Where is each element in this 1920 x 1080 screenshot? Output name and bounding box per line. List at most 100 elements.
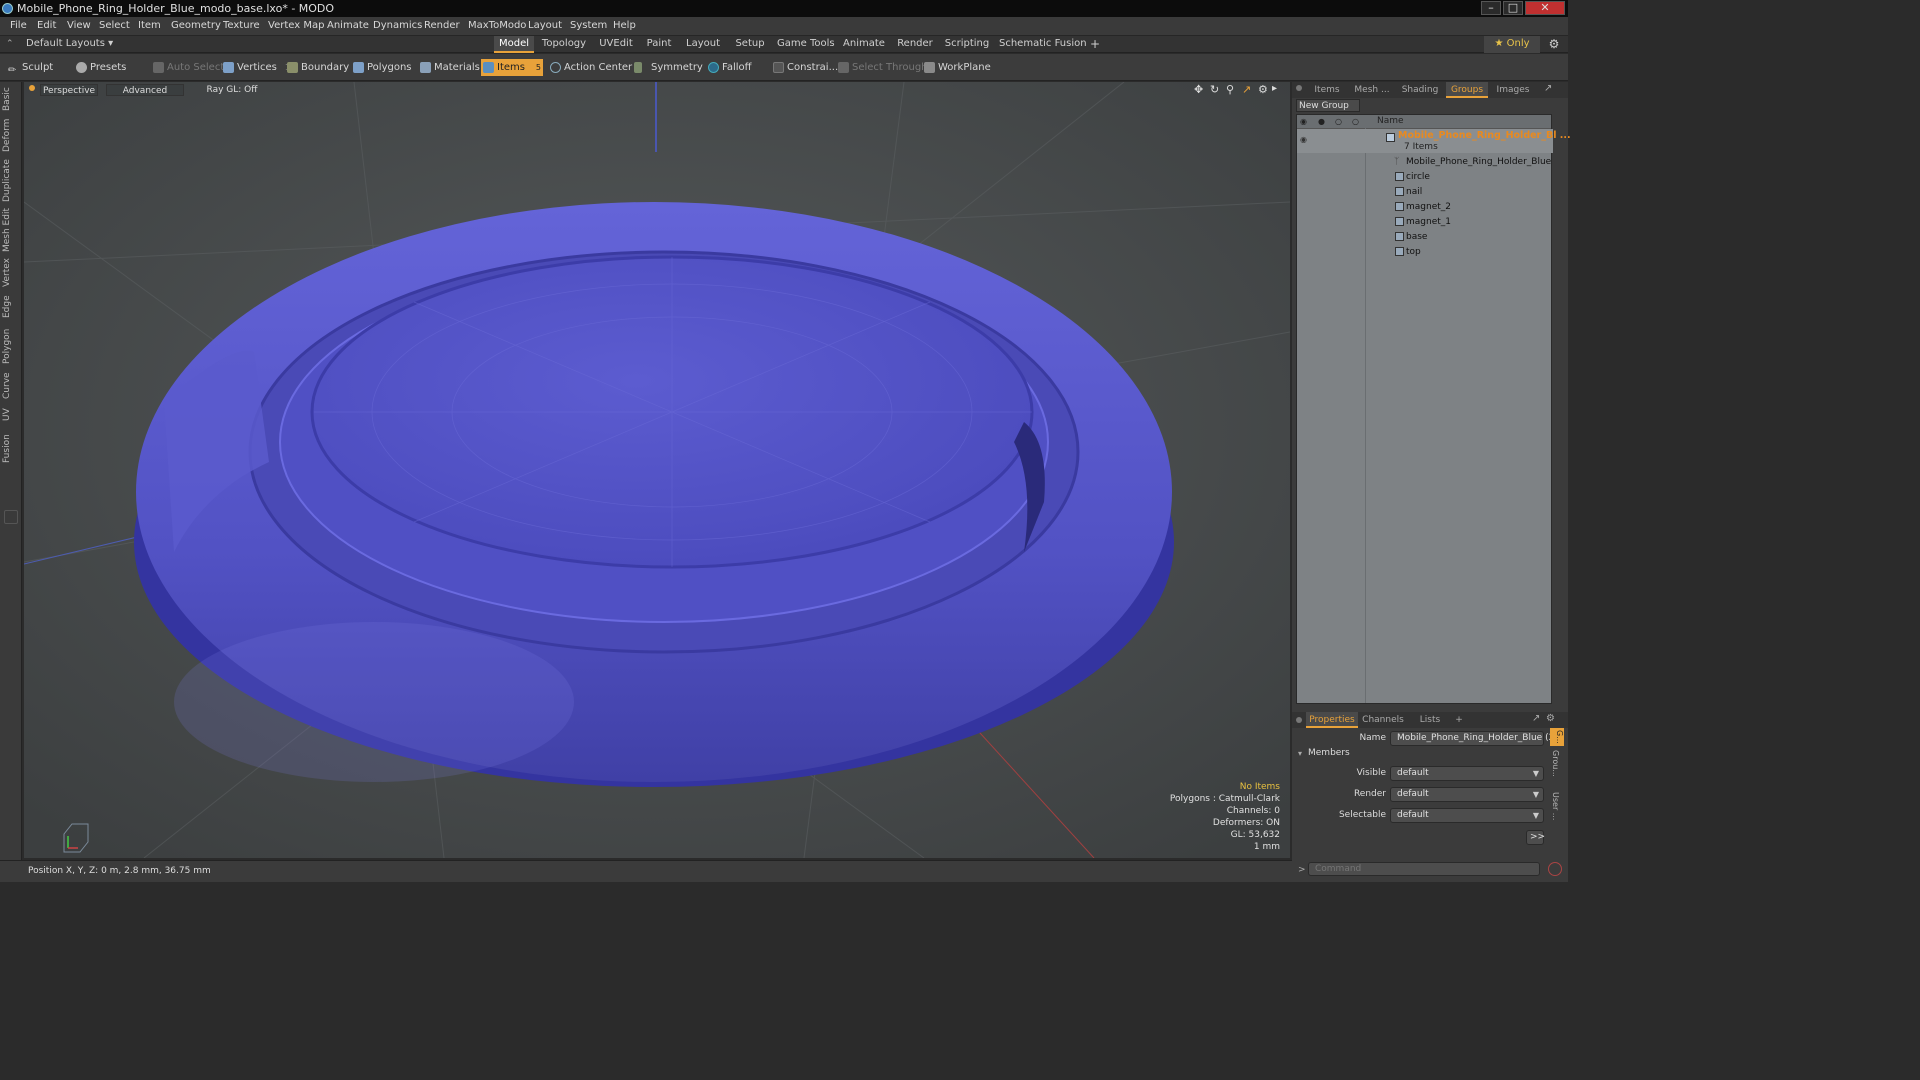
menu-item[interactable]: Item bbox=[138, 20, 161, 31]
tab-game-tools[interactable]: Game Tools bbox=[777, 36, 835, 53]
boundary-button[interactable]: Boundary bbox=[285, 59, 349, 76]
view-perspective-button[interactable]: Perspective bbox=[40, 84, 98, 96]
menu-maxtomodo[interactable]: MaxToModo bbox=[468, 20, 526, 31]
only-toggle[interactable]: ★ Only bbox=[1484, 36, 1540, 53]
gear-icon[interactable]: ⚙ bbox=[1545, 36, 1563, 53]
tab-channels[interactable]: Channels bbox=[1360, 712, 1406, 728]
item-label[interactable]: circle bbox=[1406, 170, 1430, 184]
falloff-button[interactable]: Falloff bbox=[706, 59, 752, 76]
presets-button[interactable]: Presets bbox=[74, 59, 126, 76]
props-gear-icon[interactable]: ⚙ bbox=[1546, 713, 1555, 724]
menu-render[interactable]: Render bbox=[424, 20, 460, 31]
menu-help[interactable]: Help bbox=[613, 20, 636, 31]
add-tab-button[interactable]: + bbox=[1087, 36, 1103, 53]
layout-dropdown[interactable]: Default Layouts ▾ bbox=[26, 36, 113, 53]
menu-animate[interactable]: Animate bbox=[327, 20, 369, 31]
viewport-menu-icon[interactable] bbox=[29, 85, 35, 91]
menu-dynamics[interactable]: Dynamics bbox=[373, 20, 422, 31]
tab-model[interactable]: Model bbox=[494, 36, 534, 53]
vtab-fusion[interactable]: Fusion bbox=[2, 432, 18, 466]
auto-select-button[interactable]: Auto Select bbox=[151, 59, 224, 76]
menu-select[interactable]: Select bbox=[99, 20, 130, 31]
list-item[interactable]: top bbox=[1297, 245, 1553, 259]
list-item[interactable]: base bbox=[1297, 230, 1553, 244]
shading-advanced-button[interactable]: Advanced bbox=[106, 84, 184, 96]
expand-toolbox-button[interactable] bbox=[4, 510, 18, 524]
tab-layout[interactable]: Layout bbox=[683, 36, 723, 53]
list-item[interactable]: magnet_1 bbox=[1297, 215, 1553, 229]
layout-menu-icon[interactable]: ⌃ bbox=[6, 39, 14, 49]
tab-images[interactable]: Images bbox=[1490, 82, 1536, 98]
list-item[interactable]: ᛉ Mobile_Phone_Ring_Holder_Blue bbox=[1297, 155, 1553, 169]
render-dropdown[interactable]: default ▼ bbox=[1390, 787, 1544, 802]
vtab-deform[interactable]: Deform bbox=[2, 118, 18, 152]
tab-paint[interactable]: Paint bbox=[643, 36, 675, 53]
visible-dropdown[interactable]: default ▼ bbox=[1390, 766, 1544, 781]
render-icon[interactable]: ● bbox=[1318, 117, 1325, 126]
items-button[interactable]: Items 5 bbox=[481, 59, 543, 76]
menu-file[interactable]: File bbox=[10, 20, 27, 31]
command-input[interactable] bbox=[1308, 862, 1540, 876]
menu-geometry[interactable]: Geometry bbox=[171, 20, 221, 31]
props-menu-icon[interactable] bbox=[1296, 717, 1302, 723]
add-props-tab-button[interactable]: + bbox=[1452, 712, 1466, 728]
tab-setup[interactable]: Setup bbox=[731, 36, 769, 53]
vtab-edge[interactable]: Edge bbox=[2, 294, 18, 320]
item-label[interactable]: Mobile_Phone_Ring_Holder_Blue bbox=[1406, 155, 1551, 169]
vtab-uv[interactable]: UV bbox=[2, 406, 18, 424]
menu-texture[interactable]: Texture bbox=[223, 20, 260, 31]
polygons-button[interactable]: Polygons bbox=[351, 59, 412, 76]
item-label[interactable]: top bbox=[1406, 245, 1421, 259]
3d-viewport[interactable] bbox=[24, 82, 1290, 858]
more-button[interactable]: >> bbox=[1526, 830, 1545, 845]
command-history-icon[interactable] bbox=[1548, 862, 1562, 876]
maximize-button[interactable]: □ bbox=[1503, 1, 1523, 15]
menu-layout[interactable]: Layout bbox=[528, 20, 562, 31]
selectable-dropdown[interactable]: default ▼ bbox=[1390, 808, 1544, 823]
item-label[interactable]: base bbox=[1406, 230, 1427, 244]
list-item[interactable]: nail bbox=[1297, 185, 1553, 199]
vtab-vertex[interactable]: Vertex bbox=[2, 258, 18, 288]
tab-animate[interactable]: Animate bbox=[841, 36, 887, 53]
name-field[interactable]: Mobile_Phone_Ring_Holder_Blue (2) bbox=[1390, 731, 1558, 746]
tab-lists[interactable]: Lists bbox=[1410, 712, 1450, 728]
tab-groups[interactable]: Groups bbox=[1446, 82, 1488, 98]
vtab-curve[interactable]: Curve bbox=[2, 372, 18, 400]
vtab-user[interactable]: User ... bbox=[1551, 792, 1560, 820]
eye-icon[interactable]: ◉ bbox=[1300, 117, 1307, 126]
close-button[interactable]: ✕ bbox=[1525, 1, 1565, 15]
minimize-button[interactable]: – bbox=[1481, 1, 1501, 15]
select-icon[interactable]: ○ bbox=[1352, 117, 1359, 126]
props-expand-icon[interactable]: ↗ bbox=[1532, 713, 1540, 724]
zoom-icon[interactable]: ⚲ bbox=[1226, 83, 1234, 96]
new-group-button[interactable]: New Group bbox=[1296, 99, 1360, 112]
symmetry-button[interactable]: Symmetry bbox=[632, 59, 703, 76]
group-visibility-icon[interactable]: ◉ bbox=[1300, 133, 1307, 147]
item-label[interactable]: magnet_1 bbox=[1406, 215, 1451, 229]
tab-schematic-fusion[interactable]: Schematic Fusion bbox=[999, 36, 1087, 53]
tab-shading[interactable]: Shading bbox=[1396, 82, 1444, 98]
vtab-group-active[interactable]: G... bbox=[1550, 728, 1564, 746]
vertices-button[interactable]: Vertices1 bbox=[221, 59, 290, 76]
sculpt-button[interactable]: ✏ Sculpt bbox=[6, 59, 53, 76]
item-label[interactable]: nail bbox=[1406, 185, 1422, 199]
tree-scrollbar[interactable] bbox=[1554, 114, 1564, 704]
menu-view[interactable]: View bbox=[67, 20, 91, 31]
materials-button[interactable]: Materials bbox=[418, 59, 480, 76]
viewport-expand-icon[interactable]: ▸ bbox=[1272, 83, 1277, 94]
menu-vertex-map[interactable]: Vertex Map bbox=[268, 20, 324, 31]
tab-scripting[interactable]: Scripting bbox=[943, 36, 991, 53]
workplane-button[interactable]: WorkPlane bbox=[922, 59, 991, 76]
tab-uvedit[interactable]: UVEdit bbox=[596, 36, 636, 53]
tab-topology[interactable]: Topology bbox=[540, 36, 588, 53]
vtab-group[interactable]: Grou... bbox=[1551, 750, 1560, 777]
vtab-basic[interactable]: Basic bbox=[2, 86, 18, 112]
menu-system[interactable]: System bbox=[570, 20, 607, 31]
constraints-button[interactable]: Constrai... bbox=[771, 59, 838, 76]
group-row[interactable]: ◉ Mobile_Phone_Ring_Holder_Bl ... 7 Item… bbox=[1297, 129, 1571, 153]
vtab-polygon[interactable]: Polygon bbox=[2, 326, 18, 366]
panel-expand-icon[interactable]: ↗ bbox=[1544, 83, 1552, 94]
rotate-icon[interactable]: ↻ bbox=[1210, 83, 1219, 96]
list-item[interactable]: magnet_2 bbox=[1297, 200, 1553, 214]
action-center-button[interactable]: Action Center bbox=[548, 59, 632, 76]
